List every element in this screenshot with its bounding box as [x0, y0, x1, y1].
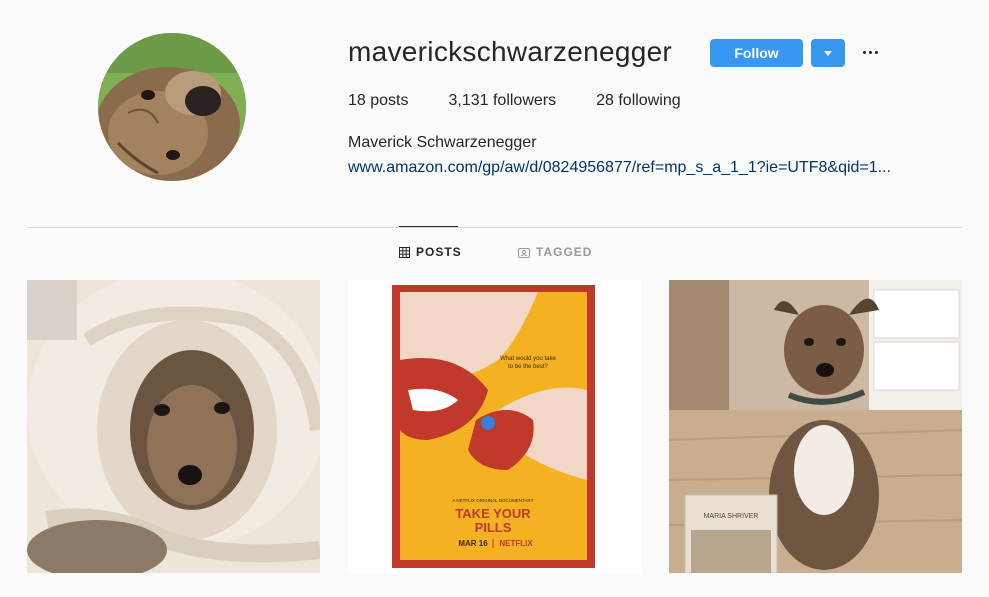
post-thumbnail[interactable] [27, 280, 320, 573]
tab-tagged[interactable]: TAGGED [518, 245, 592, 259]
poster-network: NETFLIX [499, 539, 533, 548]
poster-title-1: TAKE YOUR [455, 506, 531, 521]
poster-date: MAR 16 [458, 539, 488, 548]
active-tab-indicator [399, 226, 458, 227]
more-options-icon [862, 50, 878, 54]
post-thumbnail[interactable]: MARIA SHRIVER [669, 280, 962, 573]
book-author: MARIA SHRIVER [704, 513, 759, 520]
poster-tagline-1: What would you take [500, 356, 556, 362]
dog-in-blanket-photo [27, 280, 320, 573]
profile-username: maverickschwarzenegger [348, 36, 673, 67]
follow-button[interactable]: Follow [710, 39, 803, 67]
poster-title-2: PILLS [475, 520, 512, 535]
documentary-poster: What would you take to be the best? A NE… [348, 280, 641, 573]
poster-tagline-2: to be the best? [508, 364, 548, 370]
tab-posts-label: POSTS [416, 245, 462, 259]
grid-icon [399, 246, 410, 258]
tabs-divider [27, 227, 962, 228]
profile-stats: 18 posts 3,131 followers 28 following [348, 92, 721, 110]
dog-with-book-photo: MARIA SHRIVER [669, 280, 962, 573]
following-count[interactable]: 28 following [596, 92, 681, 110]
tab-tagged-label: TAGGED [536, 245, 593, 259]
followers-count[interactable]: 3,131 followers [448, 92, 556, 110]
poster-eyebrow: A NETFLIX ORIGINAL DOCUMENTARY [452, 498, 533, 503]
posts-count: 18 posts [348, 92, 409, 109]
more-options-button[interactable] [859, 40, 881, 64]
profile-website-link[interactable]: www.amazon.com/gp/aw/d/0824956877/ref=mp… [348, 159, 962, 177]
follow-dropdown-button[interactable] [811, 39, 845, 67]
post-thumbnail[interactable]: What would you take to be the best? A NE… [348, 280, 641, 573]
tagged-icon [518, 247, 530, 258]
profile-photo-dog [98, 33, 246, 181]
profile-avatar [98, 33, 246, 181]
profile-full-name: Maverick Schwarzenegger [348, 134, 537, 151]
chevron-down-icon [824, 50, 832, 56]
tab-posts[interactable]: POSTS [399, 245, 462, 259]
